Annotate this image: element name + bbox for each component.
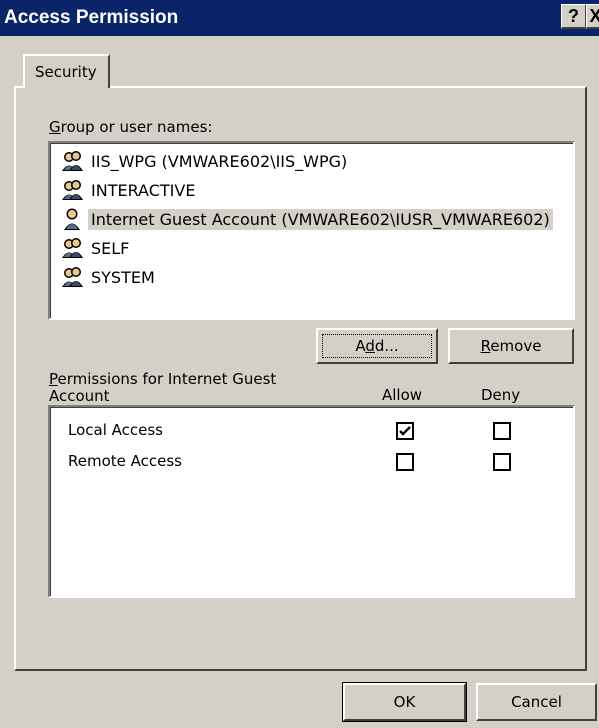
group-icon [60,178,84,202]
title-bar[interactable]: Access Permission ? X [0,0,599,36]
allow-checkbox[interactable] [396,453,414,471]
group-icon [60,265,84,289]
permissions-label: Permissions for Internet Guest [49,370,277,388]
ok-button[interactable]: OK [342,682,467,722]
deny-checkbox[interactable] [493,453,511,471]
user-name: SELF [91,238,130,258]
deny-header: Deny [481,386,521,404]
permission-name: Remote Access [68,452,182,470]
allow-header: Allow [382,386,423,404]
remove-button[interactable]: Remove [448,328,574,364]
add-button[interactable]: Add... [316,328,438,364]
user-icon [60,207,84,231]
user-list-item[interactable]: Internet Guest Account (VMWARE602\IUSR_V… [60,205,553,233]
permission-row: Remote Access [68,450,588,474]
permission-row: Local Access [68,419,588,443]
permissions-listbox[interactable]: Local Access Remote Access [48,405,575,598]
group-icon [60,149,84,173]
allow-checkbox[interactable] [396,422,414,440]
group-or-user-names-label: Group or user names: [49,118,213,136]
group-icon [60,236,84,260]
deny-checkbox[interactable] [493,422,511,440]
user-list-item[interactable]: SYSTEM [60,263,158,291]
help-button[interactable]: ? [561,4,587,29]
user-list-item[interactable]: SELF [60,234,132,262]
tab-security[interactable]: Security [23,54,110,88]
permission-name: Local Access [68,421,163,439]
user-name: SYSTEM [91,267,155,287]
cancel-button[interactable]: Cancel [476,683,597,721]
user-list-item[interactable]: INTERACTIVE [60,176,198,204]
users-listbox[interactable]: IIS_WPG (VMWARE602\IIS_WPG) INTERACTIVE In… [48,141,575,320]
permissions-label-line2: Account [49,387,110,405]
tab-security-label: Security [35,63,97,81]
user-name: INTERACTIVE [91,180,196,200]
close-button[interactable]: X [586,4,599,29]
user-list-item[interactable]: IIS_WPG (VMWARE602\IIS_WPG) [60,147,350,175]
window-title: Access Permission [4,7,179,28]
user-name: IIS_WPG (VMWARE602\IIS_WPG) [91,151,348,171]
user-name: Internet Guest Account (VMWARE602\IUSR_V… [88,208,553,230]
